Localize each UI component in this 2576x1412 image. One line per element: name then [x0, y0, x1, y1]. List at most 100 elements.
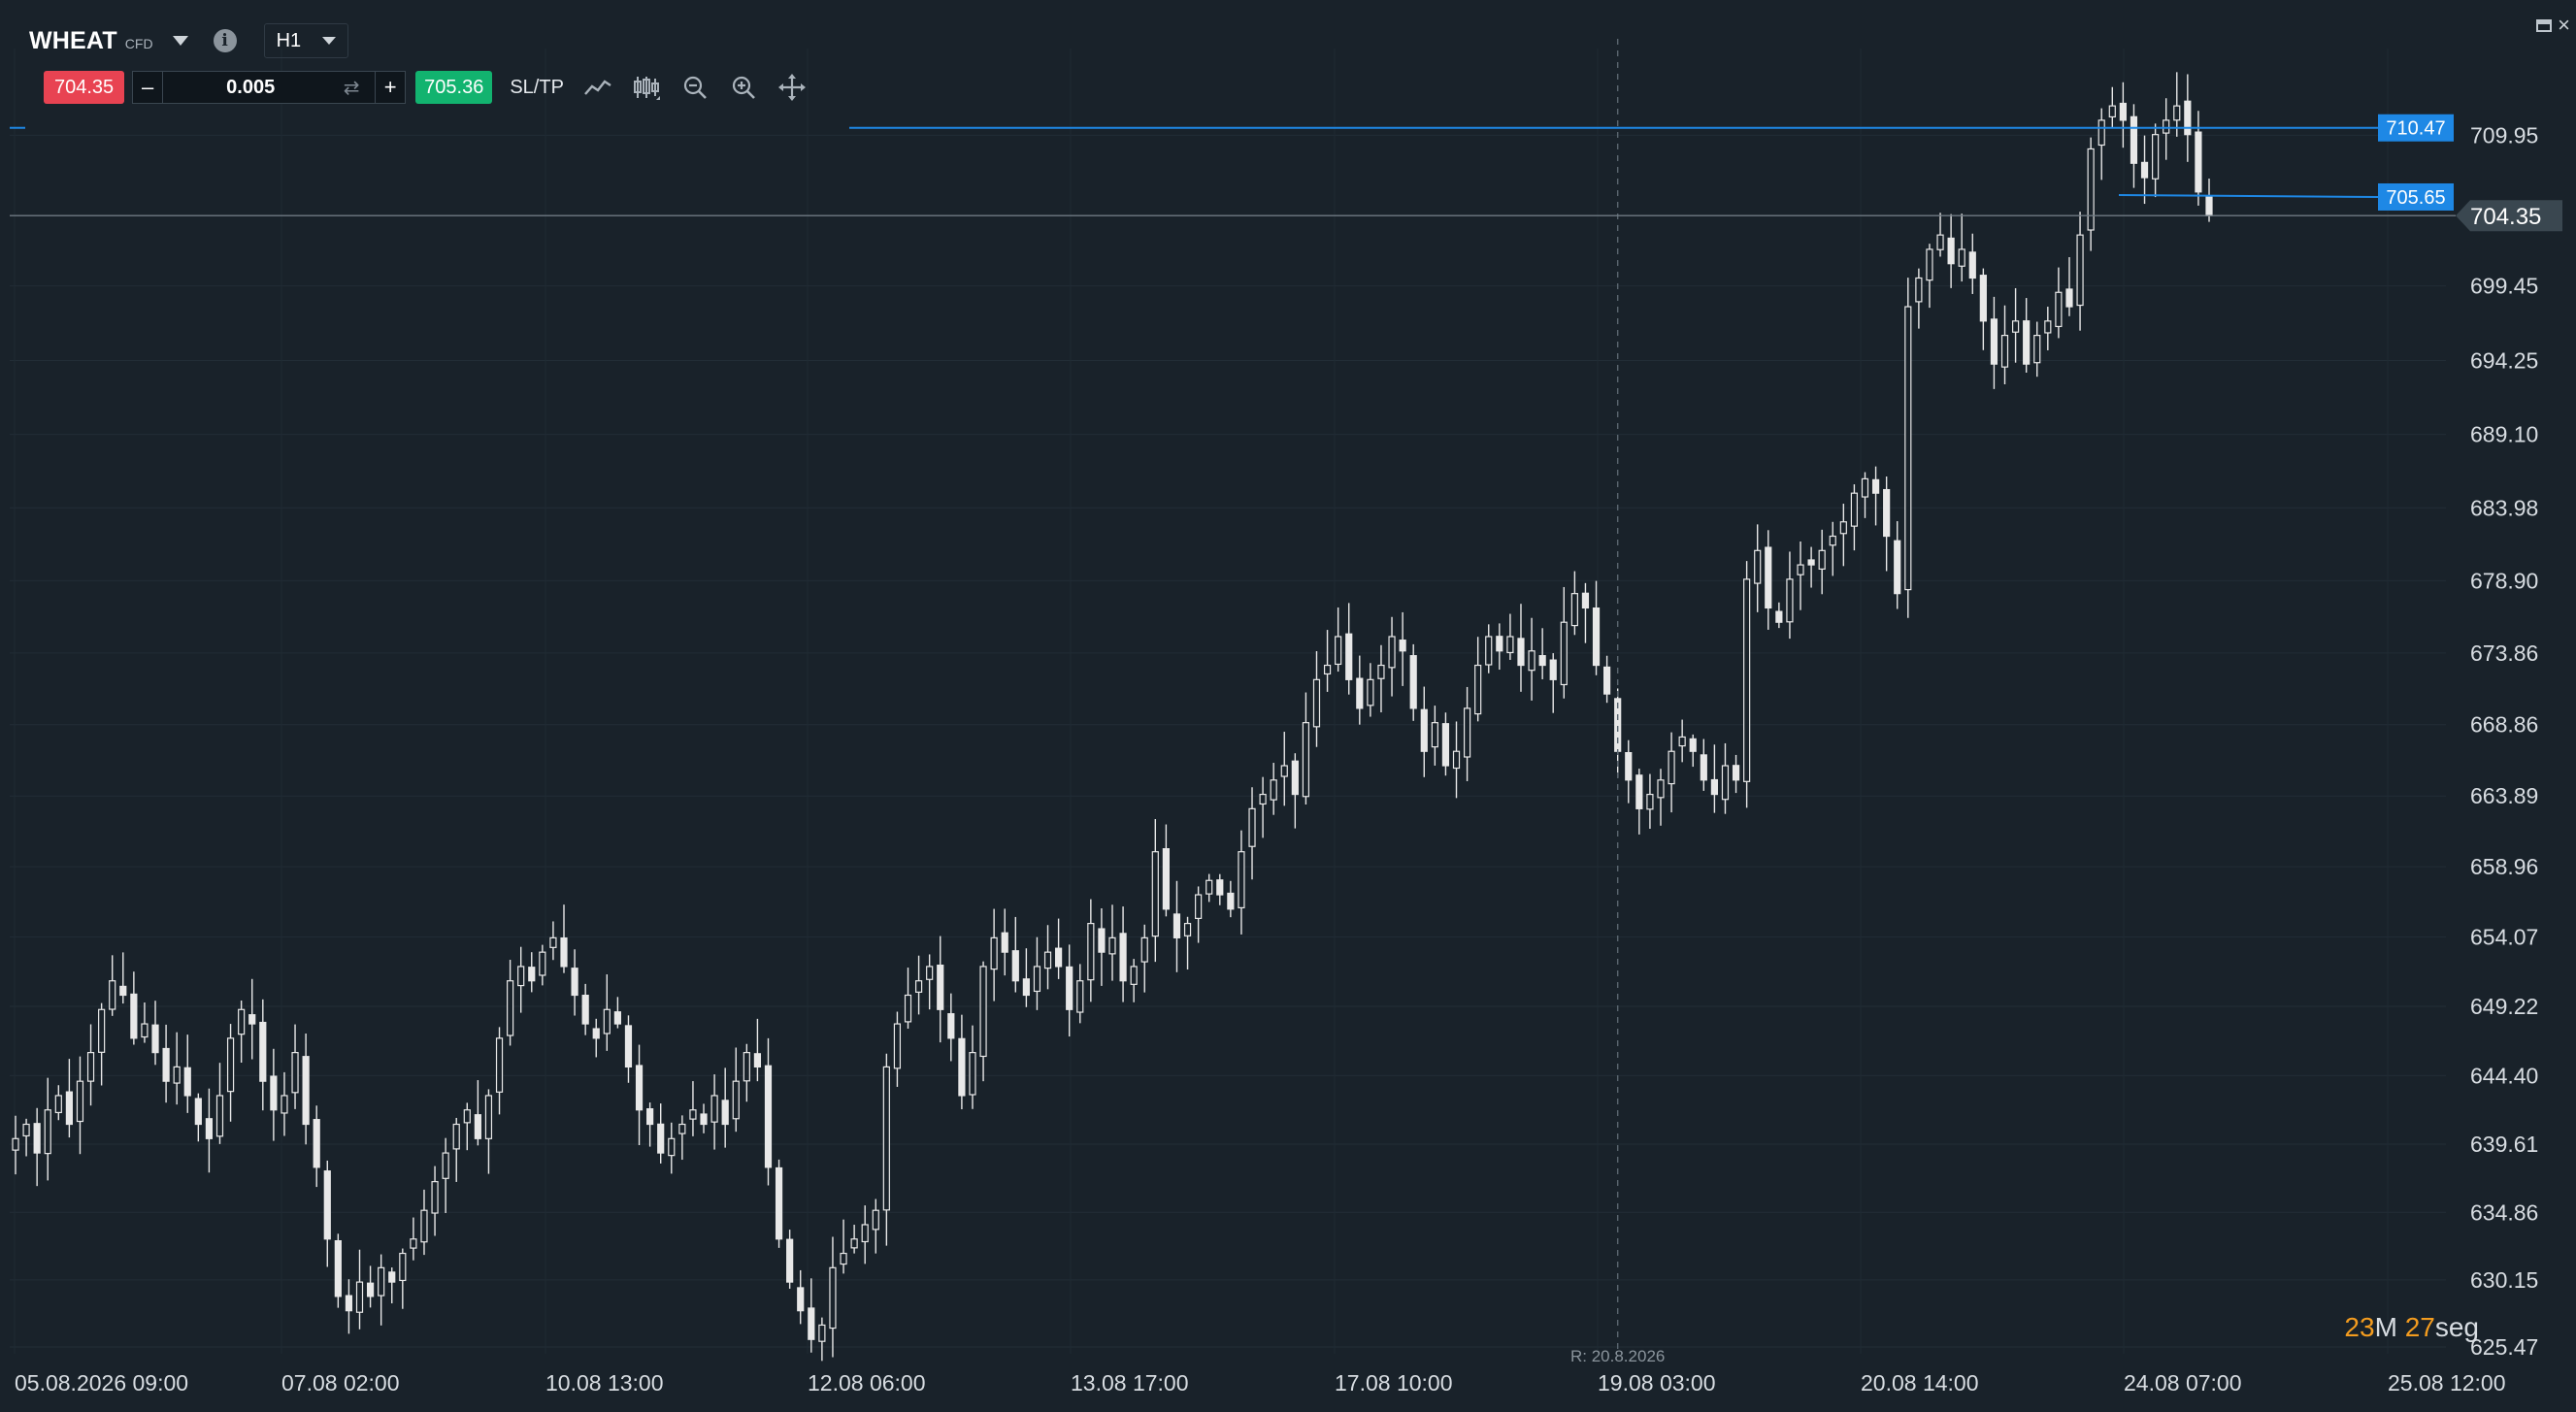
- instrument-symbol[interactable]: WHEAT: [29, 27, 117, 55]
- chevron-down-icon: [322, 37, 337, 45]
- price-chart[interactable]: R: 20.8.2026 704.35 710.47 705.65 709.95 699…: [0, 0, 2576, 1407]
- increase-quantity-button[interactable]: +: [375, 72, 405, 103]
- candle-body: [657, 1123, 665, 1154]
- candle-body: [2119, 102, 2127, 121]
- candle-body: [624, 1025, 633, 1067]
- info-icon[interactable]: i: [213, 29, 237, 52]
- zoom-out-icon[interactable]: [680, 73, 710, 102]
- candle-body: [366, 1282, 375, 1297]
- candle-body: [1657, 779, 1665, 799]
- candle-body: [808, 1307, 815, 1340]
- chevron-down-icon[interactable]: [172, 36, 188, 46]
- candle-body: [818, 1324, 826, 1342]
- quantity-input[interactable]: 0.005: [163, 77, 338, 99]
- candle-body: [1754, 549, 1762, 584]
- candle-body: [947, 1013, 955, 1039]
- candle-body: [1463, 707, 1471, 758]
- candle-body: [1732, 765, 1740, 781]
- sell-button[interactable]: 704.35: [44, 71, 125, 104]
- candle-body: [958, 1037, 966, 1097]
- candle-body: [76, 1080, 84, 1123]
- candle-body: [721, 1100, 729, 1126]
- candle-body: [850, 1238, 858, 1249]
- candle-body: [463, 1109, 471, 1124]
- candle-body: [1130, 966, 1138, 985]
- chart-canvas[interactable]: R: 20.8.2026 704.35 710.47 705.65 709.95 699…: [0, 0, 2576, 1407]
- candle-body: [1947, 237, 1955, 265]
- decrease-quantity-button[interactable]: –: [133, 72, 164, 103]
- candle-body: [1098, 928, 1106, 953]
- candle-body: [882, 1066, 890, 1211]
- x-tick-label: 25.08 12:00: [2388, 1370, 2506, 1396]
- swap-icon[interactable]: ⇄: [338, 76, 365, 100]
- candle-body: [1958, 248, 1965, 267]
- candle-body: [194, 1098, 202, 1126]
- candle-body: [1743, 578, 1751, 782]
- timeframe-value: H1: [276, 29, 302, 51]
- candle-body: [990, 936, 998, 970]
- candle-body: [1022, 978, 1030, 997]
- candle-body: [1183, 922, 1192, 936]
- candle-body: [1936, 234, 1944, 250]
- y-tick-label: 699.45: [2470, 274, 2538, 299]
- candle-body: [452, 1123, 460, 1150]
- candle-body: [1280, 765, 1288, 777]
- candle-body: [1033, 966, 1041, 993]
- candle-body: [1850, 492, 1859, 527]
- candle-body: [1883, 488, 1891, 538]
- candle-body: [355, 1281, 364, 1313]
- y-tick-label: 658.96: [2470, 854, 2538, 879]
- x-tick-label: 20.08 14:00: [1861, 1370, 1979, 1396]
- candle-body: [65, 1091, 73, 1126]
- candle-body: [1538, 655, 1546, 667]
- quantity-stepper[interactable]: – 0.005 ⇄ +: [132, 71, 407, 104]
- candle-body: [1312, 678, 1321, 728]
- line-chart-icon[interactable]: [583, 73, 612, 102]
- timeframe-select[interactable]: H1: [263, 23, 349, 58]
- sltp-button[interactable]: SL/TP: [510, 77, 564, 99]
- candle-body: [1904, 306, 1912, 591]
- y-tick-label: 625.47: [2470, 1334, 2538, 1360]
- candle-body: [613, 1011, 621, 1025]
- countdown-minutes-unit: M: [2374, 1312, 2397, 1342]
- zoom-in-icon[interactable]: [729, 73, 758, 102]
- candle-body: [302, 1056, 310, 1126]
- candle-body: [1066, 966, 1073, 1010]
- instrument-header: WHEAT CFD i H1: [29, 21, 349, 60]
- candle-body: [1356, 677, 1364, 709]
- candle-body: [2163, 119, 2170, 134]
- candle-body: [1517, 638, 1525, 667]
- candle-body: [1001, 932, 1008, 953]
- candle-body: [33, 1123, 41, 1154]
- candle-body: [1367, 678, 1374, 706]
- candle-body: [431, 1181, 439, 1214]
- candle-body: [130, 993, 138, 1039]
- candle-body: [1797, 564, 1804, 575]
- move-icon[interactable]: [777, 73, 807, 102]
- candlestick-icon[interactable]: [632, 73, 661, 102]
- candle-body: [979, 966, 987, 1058]
- candle-body: [539, 951, 546, 976]
- candle-body: [1452, 750, 1461, 770]
- candle-body: [1388, 636, 1396, 669]
- countdown-seconds-unit: seg: [2434, 1312, 2479, 1342]
- candle-body: [1248, 807, 1256, 847]
- candle-body: [442, 1152, 449, 1179]
- y-tick-label: 649.22: [2470, 994, 2538, 1019]
- close-icon[interactable]: ×: [2558, 15, 2570, 36]
- buy-button[interactable]: 705.36: [415, 71, 493, 104]
- candle-body: [893, 1023, 902, 1069]
- candle-body: [1291, 760, 1299, 796]
- y-tick-label: 689.10: [2470, 422, 2538, 447]
- candle-body: [2195, 131, 2202, 193]
- maximize-icon[interactable]: [2536, 18, 2553, 32]
- candle-body: [183, 1067, 191, 1097]
- candle-body: [1323, 664, 1332, 675]
- x-tick-label: 10.08 13:00: [545, 1370, 664, 1396]
- y-tick-label: 678.90: [2470, 568, 2538, 593]
- countdown-minutes: 23: [2344, 1312, 2375, 1342]
- candle-body: [646, 1108, 654, 1126]
- candle-body: [678, 1123, 686, 1134]
- candle-body: [291, 1052, 299, 1094]
- candle-body: [1162, 848, 1170, 910]
